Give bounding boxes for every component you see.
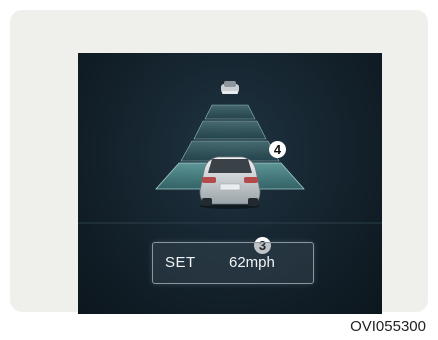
set-speed-value: 62mph <box>229 254 275 271</box>
cluster-display: 4 3 SET 62mph <box>78 53 382 314</box>
distance-bar-1 <box>204 104 256 120</box>
distance-bar-2 <box>193 120 267 140</box>
figure-panel: 4 3 SET 62mph <box>10 10 428 314</box>
set-label: SET <box>165 254 196 271</box>
figure-caption: OVI055300 <box>350 318 426 335</box>
car-ahead-icon <box>221 81 239 94</box>
own-car-icon <box>199 156 261 209</box>
set-speed-box: SET 62mph <box>152 242 314 284</box>
callout-4: 4 <box>269 141 286 158</box>
